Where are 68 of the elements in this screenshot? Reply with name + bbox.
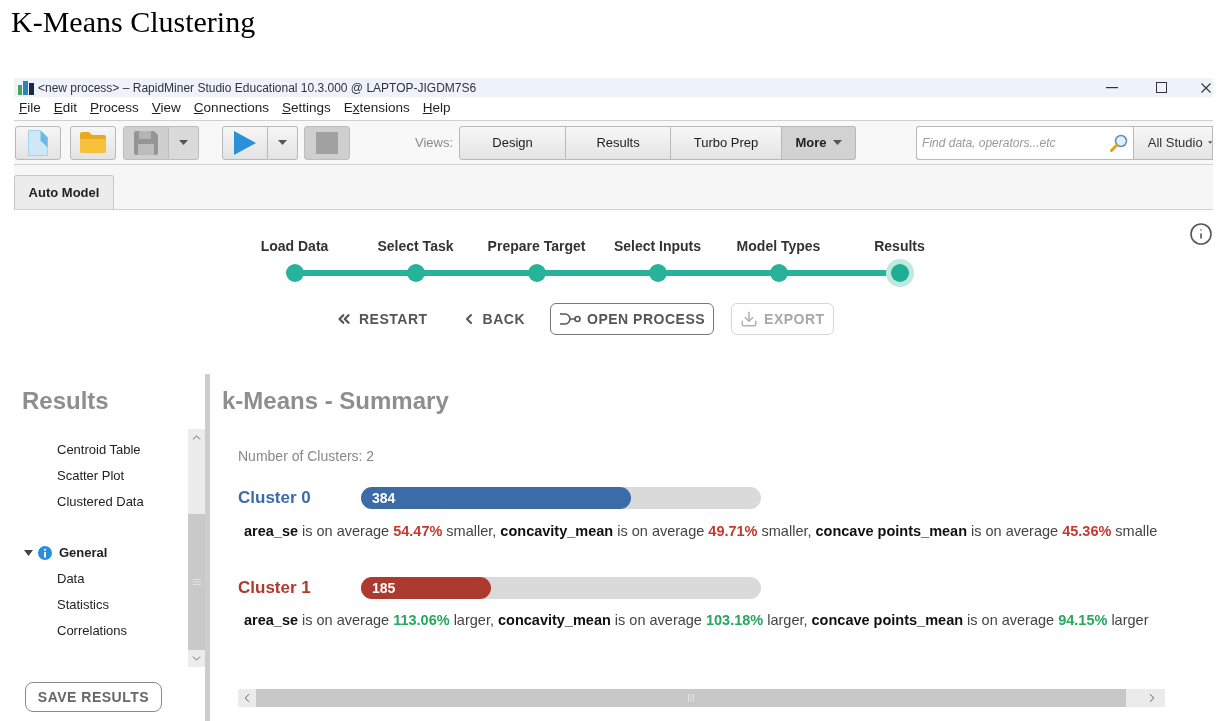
menu-item[interactable]: File: [19, 98, 41, 119]
tree-group-label[interactable]: General: [59, 543, 108, 563]
tab[interactable]: Auto Model: [14, 175, 114, 209]
menu-item[interactable]: Edit: [53, 98, 78, 119]
menu-item[interactable]: Extensions: [343, 98, 410, 119]
tree-item[interactable]: Scatter Plot: [14, 463, 188, 489]
info-icon[interactable]: [1189, 222, 1213, 246]
cluster-label: Cluster 1: [238, 577, 312, 600]
view-tab[interactable]: Turbo Prep: [671, 125, 783, 160]
cluster-count: 185: [372, 578, 396, 598]
info-icon: [38, 546, 52, 560]
menu-item[interactable]: View: [151, 98, 181, 119]
summary-title: k-Means - Summary: [222, 387, 450, 415]
view-tab[interactable]: More: [782, 125, 857, 160]
caret-down-icon[interactable]: [24, 550, 33, 556]
cluster-description: area_se is on average 113.06% larger, concavity_mean is on average 103.18% larger, concave points_mean is on average 94.15% larger: [243, 611, 1150, 630]
minimize-icon[interactable]: [1106, 86, 1118, 89]
close-icon[interactable]: [1201, 82, 1211, 93]
process-flow-icon: [559, 312, 582, 326]
scrollbar-thumb[interactable]: [188, 514, 205, 650]
window-title: <new process> – RapidMiner Studio Educational 10.3.000 @ LAPTOP-JIGDM7S6: [38, 80, 477, 95]
back-button[interactable]: BACK: [452, 303, 534, 335]
views-label: Views:: [415, 133, 454, 152]
page-heading: K-Means Clustering: [11, 5, 257, 39]
folder-icon: [80, 132, 106, 153]
cluster-count-label: Number of Clusters: 2: [238, 447, 376, 466]
grip-icon: [688, 694, 694, 702]
cluster-count: 384: [372, 488, 396, 508]
view-tab[interactable]: Results: [566, 125, 672, 160]
open-process-button[interactable]: OPEN PROCESS: [550, 303, 715, 335]
play-icon: [234, 130, 256, 155]
bars-logo-icon: [18, 80, 34, 95]
document-icon: [28, 129, 48, 156]
tree-item[interactable]: Statistics: [14, 592, 188, 618]
step-label: Prepare Target: [487, 237, 586, 255]
step-label: Results: [874, 237, 925, 255]
scope-dropdown[interactable]: All Studio: [1133, 125, 1213, 160]
caret-icon: [278, 140, 287, 145]
menu-item[interactable]: Connections: [193, 98, 269, 119]
menu-item[interactable]: Help: [422, 98, 451, 119]
cluster-description: area_se is on average 54.47% smaller, concavity_mean is on average 49.71% smaller, concave points_mean is on average 45.36% smalle: [243, 522, 1159, 541]
maximize-icon[interactable]: [1156, 82, 1167, 93]
download-icon: [740, 310, 759, 328]
panel-title: Results: [22, 387, 110, 415]
menu-item[interactable]: Settings: [281, 98, 331, 119]
run-button[interactable]: [222, 125, 268, 160]
step-dot-current[interactable]: [885, 259, 914, 287]
step-label: Load Data: [260, 237, 329, 255]
grip-icon: [192, 579, 201, 585]
caret-icon: [1207, 140, 1212, 145]
step-label: Select Inputs: [613, 237, 702, 255]
vertical-scrollbar[interactable]: [188, 429, 205, 667]
open-button[interactable]: [70, 125, 116, 160]
tree-item[interactable]: Correlations: [14, 618, 188, 644]
tree-item[interactable]: Data: [14, 566, 188, 592]
tree-item[interactable]: Clustered Data: [14, 489, 188, 515]
menu-item[interactable]: Process: [90, 98, 139, 119]
new-button[interactable]: [15, 125, 61, 160]
stop-square-icon: [316, 131, 338, 154]
cluster-label: Cluster 0: [238, 487, 312, 510]
save-results-button[interactable]: SAVE RESULTS: [25, 682, 162, 712]
caret-icon: [179, 140, 188, 145]
view-tab[interactable]: Design: [459, 125, 567, 160]
restart-button[interactable]: RESTART: [327, 303, 436, 335]
dropdown-button[interactable]: [268, 125, 298, 160]
tree-item[interactable]: Centroid Table: [14, 437, 188, 463]
step-label: Select Task: [377, 237, 454, 255]
step-label: Model Types: [736, 237, 821, 255]
